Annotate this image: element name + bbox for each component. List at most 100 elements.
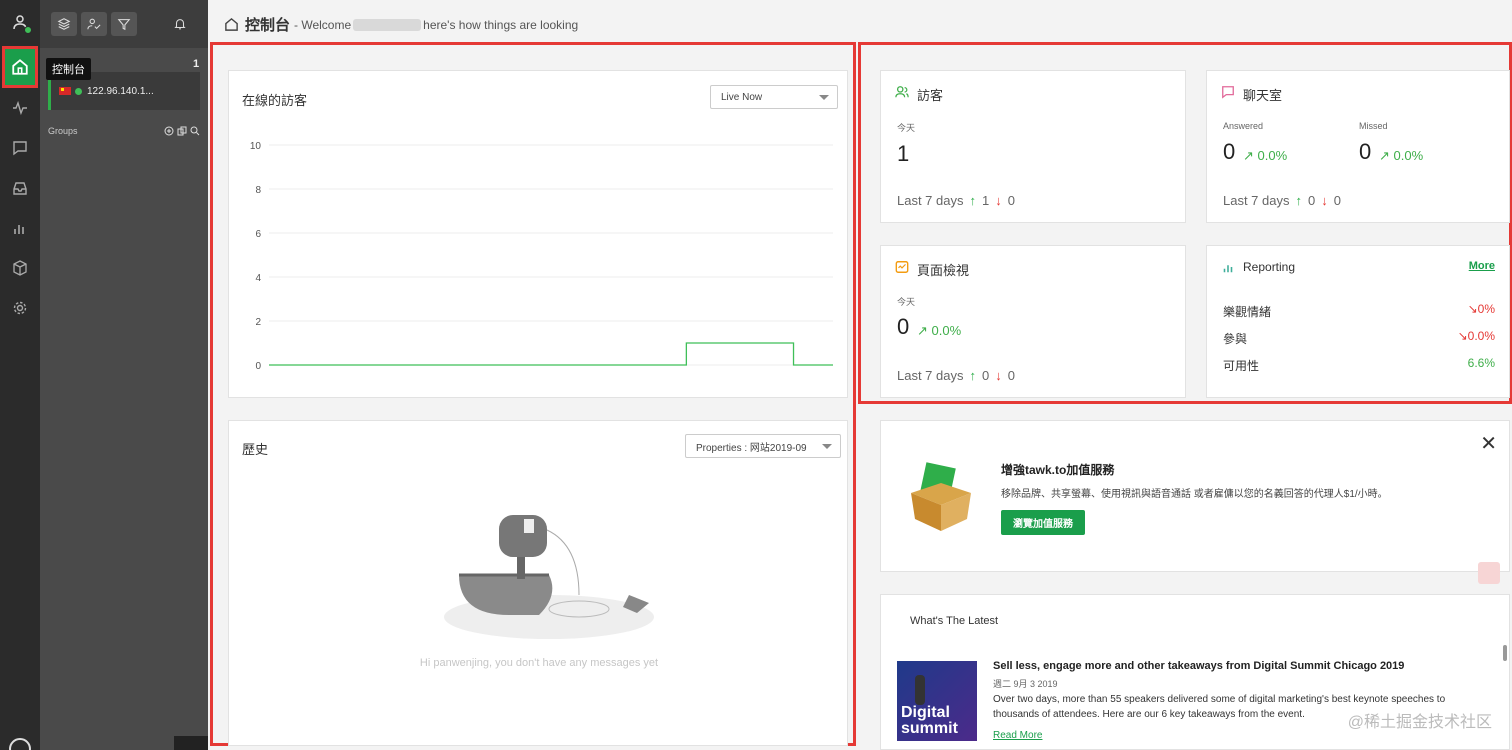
- nav-addons-button[interactable]: [8, 256, 32, 280]
- home-icon: [12, 59, 28, 75]
- activity-icon: [13, 100, 27, 116]
- home-icon: [225, 17, 238, 31]
- page-title: 控制台: [245, 17, 291, 34]
- visitors-today-label: 今天: [897, 123, 916, 133]
- pageviews-today-label: 今天: [897, 297, 916, 307]
- up-count: 0: [1308, 193, 1316, 208]
- welcome-suffix: here's how things are looking: [423, 17, 579, 32]
- add-circle-icon[interactable]: [164, 126, 174, 136]
- layers-button[interactable]: [51, 12, 77, 36]
- feedback-tab[interactable]: [1478, 562, 1500, 584]
- nav-dashboard-button[interactable]: [2, 46, 38, 88]
- chevron-down-icon: [822, 444, 832, 449]
- live-visitors-title: 在線的訪客: [242, 93, 308, 108]
- china-flag-icon: [59, 87, 71, 95]
- icon-rail: [0, 0, 40, 750]
- trend-down-icon: ↘: [1467, 302, 1478, 316]
- nav-reports-button[interactable]: [8, 216, 32, 240]
- browse-addons-button[interactable]: 瀏覽加值服務: [1001, 510, 1085, 535]
- reporting-more-link[interactable]: More: [1469, 260, 1495, 272]
- nav-inbox-button[interactable]: [8, 176, 32, 200]
- chart-y-tick-label: 0: [255, 361, 261, 372]
- thumbnail-caption: Digital summit: [901, 704, 958, 737]
- up-count: 0: [982, 368, 990, 383]
- search-icon[interactable]: [190, 126, 200, 136]
- users-icon: [895, 86, 909, 98]
- scrollbar-thumb[interactable]: [1503, 645, 1507, 661]
- filter-button[interactable]: [111, 12, 137, 36]
- promo-card: ✕ 增強tawk.to加值服務 移除品牌、共享螢幕、使用視訊與語音通話 或者雇傭…: [880, 420, 1510, 572]
- groups-header: Groups: [48, 126, 200, 136]
- live-visitors-select[interactable]: Live Now: [710, 85, 838, 109]
- live-visitors-card: 在線的訪客 Live Now 10 8 6 4 2 0: [228, 70, 848, 398]
- chart-y-tick-label: 4: [255, 273, 261, 284]
- online-status-dot: [24, 26, 32, 34]
- dashboard-tooltip: 控制台: [46, 58, 91, 80]
- up-count: 1: [982, 193, 990, 208]
- reporting-row-label: 樂觀情緒: [1223, 305, 1272, 319]
- pageviews-stat-title: 頁面檢視: [917, 263, 970, 278]
- live-visitors-select-value: Live Now: [721, 91, 763, 103]
- chat-stat-card: 聊天室 Answered 0 ↗ 0.0% Missed 0 ↗ 0.0% La…: [1206, 70, 1510, 223]
- empty-mailbox-illustration: [444, 515, 654, 639]
- reporting-row-value: ↘0.0%: [1457, 329, 1495, 343]
- answered-label: Answered: [1223, 121, 1264, 131]
- nav-settings-button[interactable]: [8, 296, 32, 320]
- article-text-line2: thousands of attendees. Here are our 6 k…: [993, 709, 1305, 720]
- layers-icon: [57, 18, 71, 30]
- trend-up-icon: ↗: [1243, 148, 1254, 163]
- online-dot-icon: [75, 87, 82, 95]
- pageviews-last-7-days: Last 7 days ↑ 0 ↓ 0: [897, 368, 1015, 383]
- down-count: 0: [1333, 193, 1341, 208]
- trend-down-icon: ↘: [1457, 329, 1468, 343]
- latest-title: What's The Latest: [910, 615, 999, 627]
- copy-icon[interactable]: [177, 126, 187, 136]
- history-empty-text: Hi panwenjing, you don't have any messag…: [419, 657, 659, 669]
- bar-chart-icon: [14, 225, 24, 234]
- user-check-icon: [87, 18, 101, 30]
- nav-monitoring-button[interactable]: [8, 96, 32, 120]
- reporting-row-label: 參與: [1223, 332, 1248, 346]
- chat-stat-title: 聊天室: [1243, 88, 1283, 103]
- visitors-last-7-days: Last 7 days ↑ 1 ↓ 0: [897, 193, 1015, 208]
- last-7-days-label: Last 7 days: [1223, 193, 1290, 208]
- welcome-prefix: - Welcome: [294, 17, 352, 32]
- chat-bubble-icon: [13, 141, 27, 156]
- arrow-down-icon: ↓: [995, 193, 1002, 208]
- article-title[interactable]: Sell less, engage more and other takeawa…: [993, 660, 1404, 672]
- answered-value: 0: [1223, 139, 1236, 164]
- collapse-panel-button[interactable]: [174, 736, 208, 750]
- nav-messaging-button[interactable]: [8, 136, 32, 160]
- article-date: 週二 9月 3 2019: [993, 679, 1058, 689]
- watermark-text: @稀土掘金技术社区: [1347, 714, 1492, 731]
- trend-up-icon: ↗: [917, 323, 928, 338]
- gear-icon: [13, 301, 27, 315]
- trend-up-icon: ↗: [1379, 148, 1390, 163]
- arrow-up-icon: ↑: [969, 368, 977, 383]
- missed-value: 0: [1359, 139, 1372, 164]
- reporting-row-label: 可用性: [1223, 359, 1260, 373]
- read-more-link[interactable]: Read More: [993, 730, 1042, 741]
- visitor-ip: 122.96.140.1...: [87, 85, 154, 97]
- arrow-up-icon: ↑: [969, 193, 977, 208]
- pageviews-today-value: 0: [897, 314, 910, 339]
- filter-icon: [117, 19, 131, 31]
- chart-y-tick-label: 6: [255, 229, 261, 240]
- pageviews-pct: ↗ 0.0%: [917, 323, 962, 338]
- promo-text: 移除品牌、共享螢幕、使用視訊與語音通話 或者雇傭以您的名義回答的代理人$1/小時…: [1001, 489, 1388, 500]
- notifications-button[interactable]: [167, 12, 193, 36]
- close-icon[interactable]: ✕: [1480, 431, 1497, 456]
- article-thumbnail[interactable]: Digital summit: [897, 661, 977, 741]
- chart-y-tick-label: 2: [255, 317, 261, 328]
- live-visitors-chart: 10 8 6 4 2 0: [250, 141, 833, 372]
- chat-last-7-days: Last 7 days ↑ 0 ↓ 0: [1223, 193, 1341, 208]
- visitors-stat-card: 訪客 今天 1 Last 7 days ↑ 1 ↓ 0: [880, 70, 1186, 223]
- section-count: 1: [193, 58, 200, 70]
- reporting-row-value: 6.6%: [1467, 356, 1495, 370]
- puzzle-box-icon: [911, 462, 971, 531]
- help-icon[interactable]: [9, 738, 31, 750]
- agent-status-button[interactable]: [81, 12, 107, 36]
- profile-button[interactable]: [8, 10, 32, 34]
- arrow-down-icon: ↓: [1321, 193, 1328, 208]
- history-property-select[interactable]: Properties : 网站2019-09: [685, 434, 841, 458]
